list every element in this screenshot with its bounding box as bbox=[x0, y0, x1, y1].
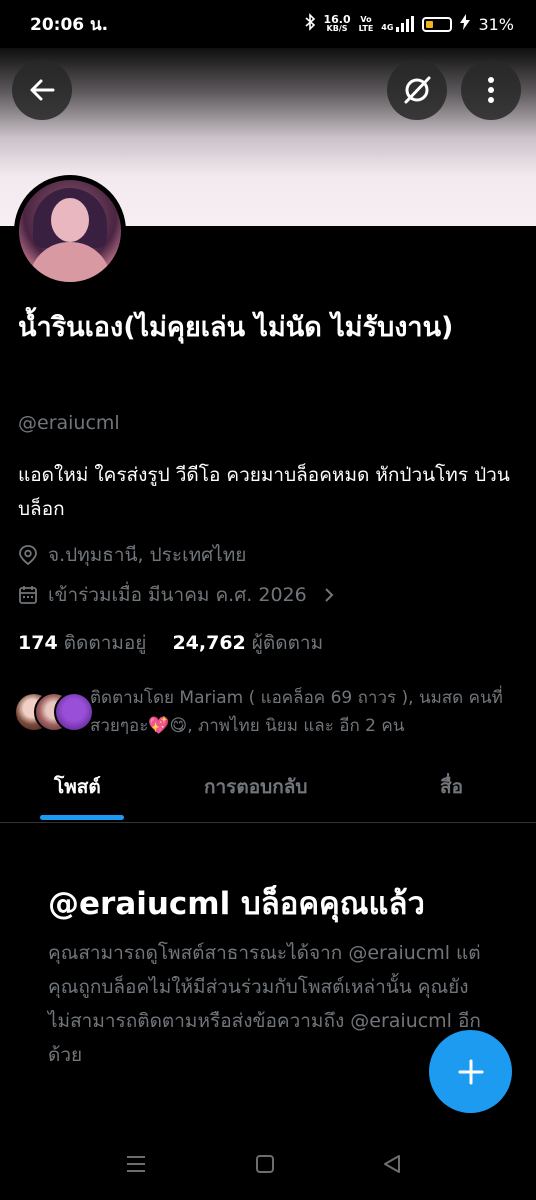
triangle-back-icon bbox=[384, 1155, 400, 1173]
location-text: จ.ปทุมธานี, ประเทศไทย bbox=[48, 544, 247, 566]
avatar bbox=[54, 692, 94, 732]
joined-text: เข้าร่วมเมื่อ มีนาคม ค.ศ. 2026 bbox=[48, 584, 307, 606]
more-vertical-icon bbox=[488, 77, 494, 103]
tab-replies[interactable]: การตอบกลับ bbox=[204, 772, 307, 802]
active-tab-indicator bbox=[40, 815, 124, 820]
followed-by-avatars[interactable] bbox=[14, 692, 94, 732]
profile-tabs: โพสต์ การตอบกลับ สื่อ bbox=[0, 760, 536, 823]
battery-percent: 31% bbox=[478, 14, 514, 34]
back-button[interactable] bbox=[12, 60, 72, 120]
location-pin-icon bbox=[19, 545, 37, 566]
followers-label: ผู้ติดตาม bbox=[251, 632, 324, 654]
bluetooth-icon bbox=[305, 13, 316, 35]
profile-joined[interactable]: เข้าร่วมเมื่อ มีนาคม ค.ศ. 2026 bbox=[18, 580, 335, 610]
home-button[interactable] bbox=[255, 1154, 275, 1180]
status-bar: 20:06 น. 16.0 KB/S Vo LTE 4G 31% bbox=[0, 0, 536, 48]
follow-counts: 174 ติดตามอยู่ 24,762 ผู้ติดตาม bbox=[18, 628, 323, 658]
profile-handle: @eraiucml bbox=[18, 412, 120, 434]
status-icons: 16.0 KB/S Vo LTE 4G 31% bbox=[305, 13, 514, 35]
tab-media[interactable]: สื่อ bbox=[440, 772, 463, 802]
followers-link[interactable]: 24,762 ผู้ติดตาม bbox=[172, 628, 323, 658]
avatar-image bbox=[19, 180, 121, 282]
compose-button[interactable] bbox=[429, 1030, 512, 1113]
followed-by-text[interactable]: ติดตามโดย Mariam ( แอคล็อค 69 ถาวร ), นม… bbox=[90, 684, 530, 740]
tab-posts[interactable]: โพสต์ bbox=[54, 772, 101, 802]
following-link[interactable]: 174 ติดตามอยู่ bbox=[18, 628, 146, 658]
profile-bio: แอดใหม่ ใครส่งรูป วีดีโอ ควยมาบล็อคหมด ห… bbox=[18, 464, 510, 520]
following-count: 174 bbox=[18, 632, 58, 654]
calendar-icon bbox=[19, 586, 37, 604]
chevron-right-icon bbox=[325, 588, 334, 602]
back-nav-button[interactable] bbox=[382, 1154, 402, 1180]
recents-button[interactable] bbox=[125, 1154, 147, 1180]
charging-icon bbox=[460, 14, 471, 34]
profile-avatar[interactable] bbox=[14, 175, 126, 287]
signal-icon: 4G bbox=[381, 16, 415, 32]
blocked-title: @eraiucml บล็อคคุณแล้ว bbox=[48, 886, 425, 922]
volte-indicator: Vo LTE bbox=[358, 15, 374, 33]
following-label: ติดตามอยู่ bbox=[63, 632, 147, 654]
square-icon bbox=[256, 1155, 274, 1173]
back-arrow-icon bbox=[30, 79, 55, 101]
followers-count: 24,762 bbox=[172, 632, 246, 654]
system-nav-bar bbox=[0, 1140, 536, 1200]
plus-icon bbox=[458, 1059, 483, 1084]
more-options-button[interactable] bbox=[461, 60, 521, 120]
network-speed: 16.0 KB/S bbox=[323, 13, 351, 33]
battery-icon bbox=[422, 16, 453, 32]
display-name: น้ำรินเอง(ไม่คุยเล่น ไม่นัด ไม่รับงาน) bbox=[18, 312, 454, 343]
blocked-message: คุณสามารถดูโพสต์สาธารณะได้จาก @eraiucml … bbox=[48, 942, 481, 1066]
profile-location: จ.ปทุมธานี, ประเทศไทย bbox=[18, 540, 246, 570]
grok-icon bbox=[404, 76, 431, 104]
menu-icon bbox=[127, 1156, 145, 1172]
status-time: 20:06 น. bbox=[30, 14, 109, 35]
grok-button[interactable] bbox=[387, 60, 447, 120]
